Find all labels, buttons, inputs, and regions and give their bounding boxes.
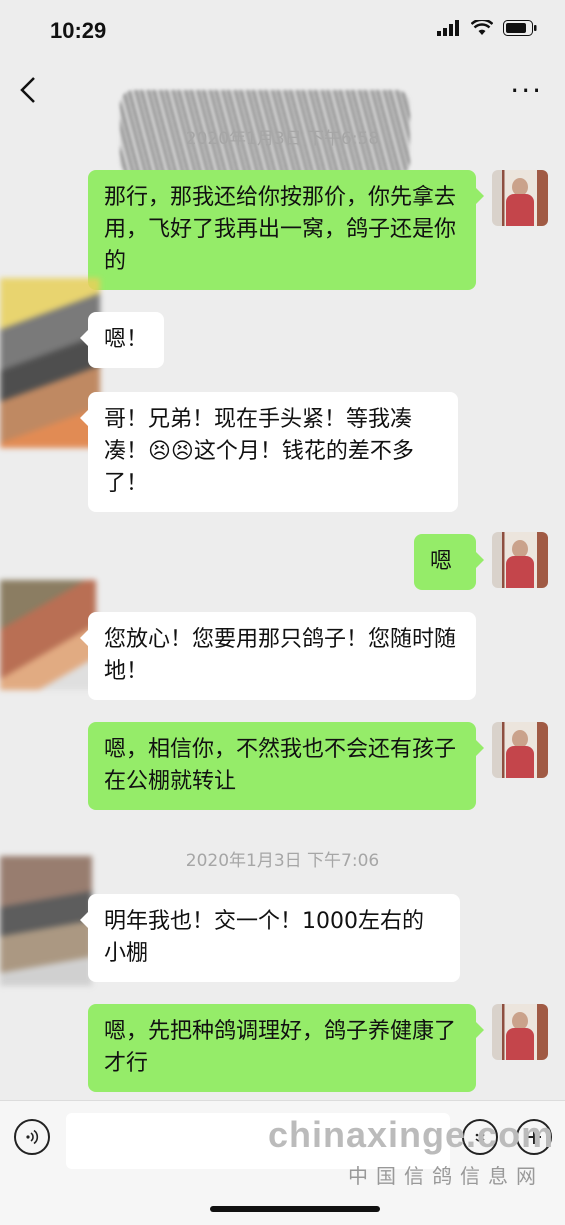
message-timestamp: 2020年1月3日 下午6:58 [185, 129, 380, 149]
message-bubble-sent[interactable]: 嗯，相信你，不然我也不会还有孩子在公棚就转让 [88, 722, 484, 810]
message-bubble-received[interactable]: 嗯！ [80, 312, 164, 368]
my-avatar[interactable] [492, 1004, 548, 1060]
message-bubble-sent[interactable]: 嗯 [414, 534, 484, 590]
voice-input-button[interactable] [14, 1119, 50, 1155]
my-avatar[interactable] [492, 170, 548, 226]
my-avatar[interactable] [492, 532, 548, 588]
chat-area[interactable]: 2020年1月3日 下午6:58 那行，那我还给你按那价，你先拿去用，飞好了我再… [0, 0, 565, 1224]
contact-avatar[interactable] [0, 856, 92, 986]
watermark-domain: chinaxinge.com [268, 1114, 555, 1155]
message-bubble-sent[interactable]: 那行，那我还给你按那价，你先拿去用，飞好了我再出一窝，鸽子还是你的 [88, 170, 484, 290]
message-bubble-received[interactable]: 您放心！您要用那只鸽子！您随时随地！ [80, 612, 476, 700]
my-avatar[interactable] [492, 722, 548, 778]
voice-icon [26, 1129, 39, 1145]
watermark-site-name: 中国信鸽信息网 [348, 1164, 544, 1188]
home-indicator[interactable] [210, 1206, 380, 1212]
message-bubble-received[interactable]: 哥！兄弟！现在手头紧！等我凑凑！😣😣这个月！钱花的差不多了！ [80, 392, 458, 512]
message-bubble-received[interactable]: 明年我也！交一个！1000左右的小棚 [80, 894, 460, 982]
message-bubble-sent[interactable]: 嗯，先把种鸽调理好，鸽子养健康了才行 [88, 1004, 484, 1092]
